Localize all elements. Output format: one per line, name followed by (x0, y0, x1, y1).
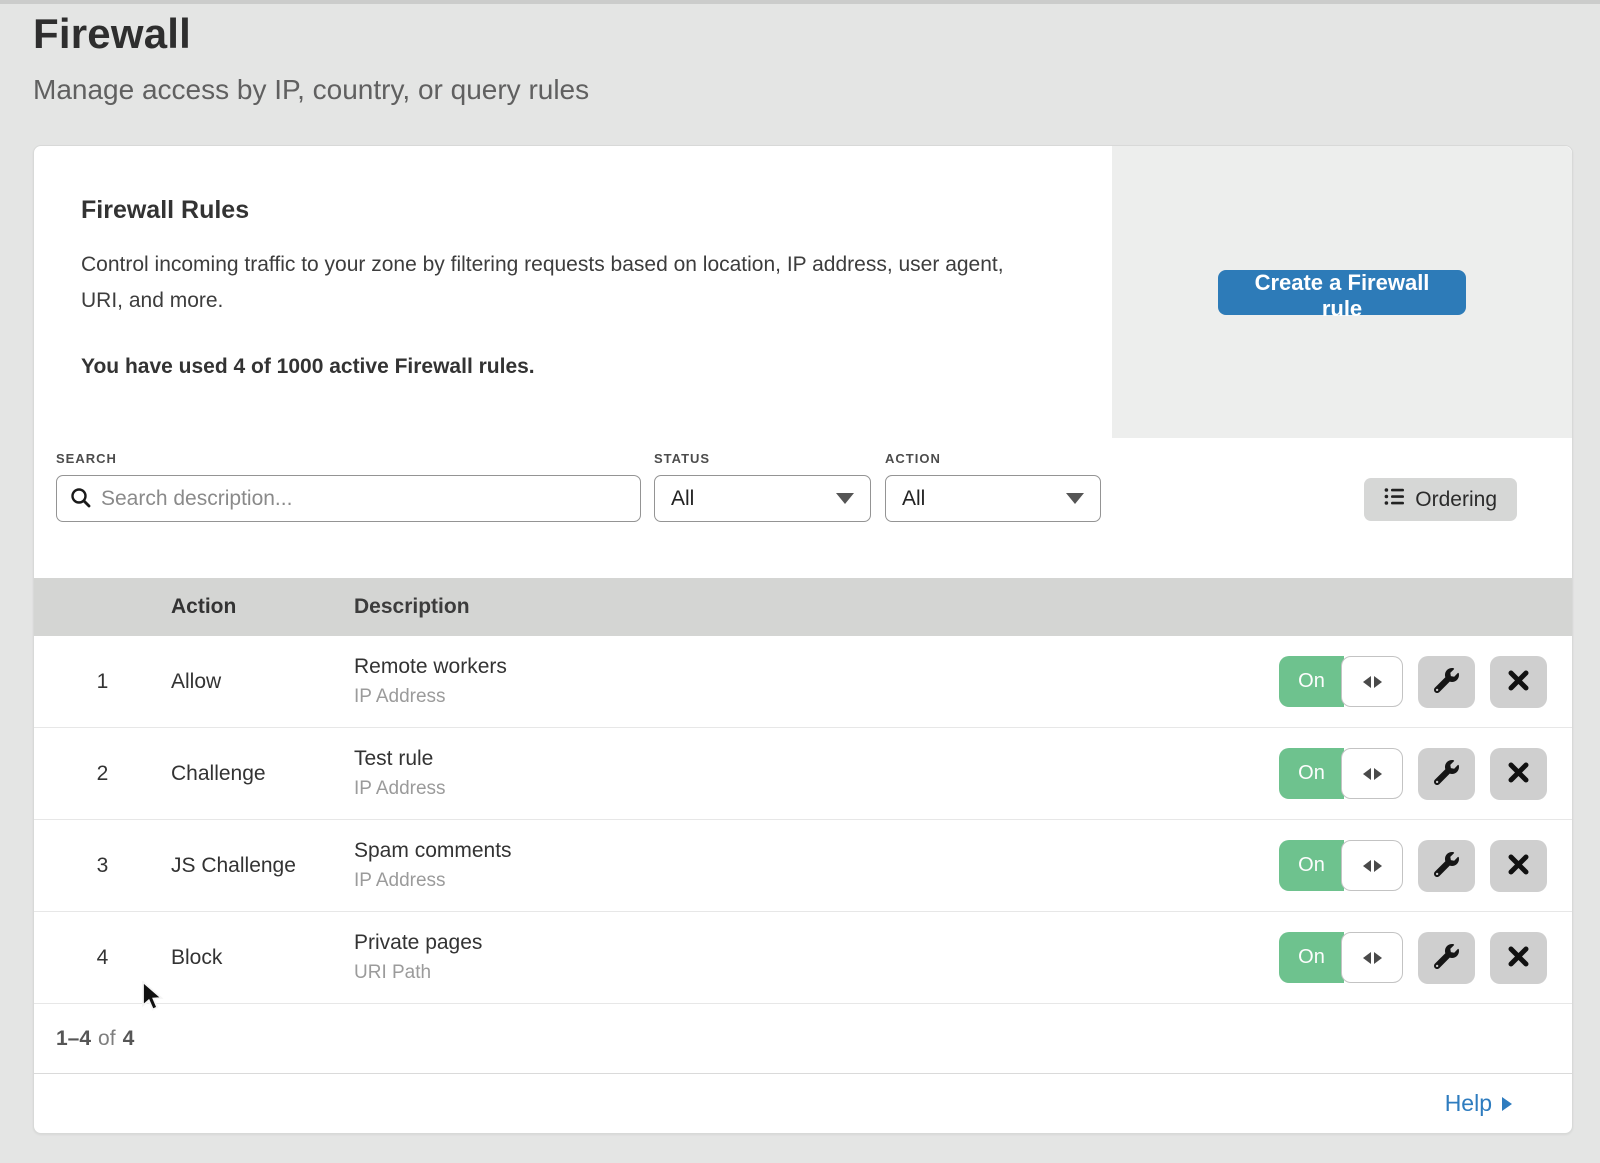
rule-priority: 2 (34, 762, 171, 786)
arrow-right-icon (1502, 1097, 1512, 1111)
pagination: 1–4 of 4 (34, 1004, 1572, 1074)
ordering-button-label: Ordering (1415, 488, 1497, 512)
wrench-icon (1434, 852, 1459, 880)
ordering-list-icon (1384, 487, 1405, 512)
rule-match-type: IP Address (354, 778, 1277, 800)
help-link-label: Help (1445, 1090, 1492, 1117)
toggle-handle[interactable] (1341, 840, 1403, 891)
rule-description: Test rule (354, 747, 1277, 771)
create-rule-panel: Create a Firewall rule (1112, 146, 1572, 438)
toggle-right-arrow-icon (1374, 860, 1382, 872)
status-select-value: All (671, 487, 836, 511)
status-select[interactable]: All (654, 475, 871, 522)
toggle-on-label: On (1279, 748, 1344, 799)
wrench-icon (1434, 944, 1459, 972)
toggle-right-arrow-icon (1374, 676, 1382, 688)
rule-description: Spam comments (354, 839, 1277, 863)
toggle-left-arrow-icon (1363, 952, 1371, 964)
rule-description: Remote workers (354, 655, 1277, 679)
table-row: 1 Allow Remote workers IP Address On (34, 636, 1572, 728)
search-filter-group: SEARCH (56, 451, 641, 522)
toggle-on-label: On (1279, 840, 1344, 891)
pagination-of: of (98, 1027, 116, 1051)
rule-action: Challenge (171, 762, 354, 786)
filter-bar: SEARCH STATUS All ACTION All (34, 438, 1572, 578)
chevron-down-icon (1066, 493, 1084, 504)
rules-usage-text: You have used 4 of 1000 active Firewall … (81, 355, 1052, 379)
page-title: Firewall (33, 10, 589, 58)
create-firewall-rule-button[interactable]: Create a Firewall rule (1218, 270, 1466, 315)
toggle-handle[interactable] (1341, 748, 1403, 799)
delete-rule-button[interactable] (1490, 932, 1547, 984)
edit-rule-button[interactable] (1418, 748, 1475, 800)
delete-rule-button[interactable] (1490, 656, 1547, 708)
search-input[interactable] (56, 475, 641, 522)
page-subtitle: Manage access by IP, country, or query r… (33, 74, 589, 106)
rule-priority: 3 (34, 854, 171, 878)
rule-description: Private pages (354, 931, 1277, 955)
rule-priority: 1 (34, 670, 171, 694)
action-filter-group: ACTION All (885, 451, 1101, 522)
description-column-header: Description (354, 595, 1277, 619)
card-description: Control incoming traffic to your zone by… (81, 247, 1041, 319)
card-intro: Firewall Rules Control incoming traffic … (34, 146, 1112, 438)
toggle-left-arrow-icon (1363, 768, 1371, 780)
rule-priority: 4 (34, 946, 171, 970)
edit-rule-button[interactable] (1418, 656, 1475, 708)
wrench-icon (1434, 760, 1459, 788)
toggle-left-arrow-icon (1363, 860, 1371, 872)
table-row: 2 Challenge Test rule IP Address On (34, 728, 1572, 820)
chevron-down-icon (836, 493, 854, 504)
toggle-handle[interactable] (1341, 656, 1403, 707)
toggle-left-arrow-icon (1363, 676, 1371, 688)
rule-enabled-toggle[interactable]: On (1279, 656, 1403, 707)
rule-action: Block (171, 946, 354, 970)
search-icon (70, 487, 92, 509)
help-row: Help (34, 1074, 1572, 1133)
delete-rule-button[interactable] (1490, 840, 1547, 892)
rule-action: Allow (171, 670, 354, 694)
pagination-range: 1–4 (56, 1027, 91, 1051)
rule-match-type: IP Address (354, 686, 1277, 708)
toggle-right-arrow-icon (1374, 768, 1382, 780)
close-icon (1507, 761, 1530, 787)
rule-enabled-toggle[interactable]: On (1279, 932, 1403, 983)
action-label: ACTION (885, 451, 1101, 466)
close-icon (1507, 945, 1530, 971)
toggle-on-label: On (1279, 932, 1344, 983)
toggle-handle[interactable] (1341, 932, 1403, 983)
edit-rule-button[interactable] (1418, 840, 1475, 892)
action-select-value: All (902, 487, 1066, 511)
table-row: 3 JS Challenge Spam comments IP Address … (34, 820, 1572, 912)
pagination-total: 4 (123, 1027, 135, 1051)
delete-rule-button[interactable] (1490, 748, 1547, 800)
status-filter-group: STATUS All (654, 451, 871, 522)
rule-enabled-toggle[interactable]: On (1279, 748, 1403, 799)
close-icon (1507, 853, 1530, 879)
firewall-rules-card: Firewall Rules Control incoming traffic … (33, 145, 1573, 1134)
page-header: Firewall Manage access by IP, country, o… (33, 10, 589, 106)
toggle-right-arrow-icon (1374, 952, 1382, 964)
window-top-edge (0, 0, 1600, 4)
table-row: 4 Block Private pages URI Path On (34, 912, 1572, 1004)
table-header: Action Description (34, 578, 1572, 636)
action-select[interactable]: All (885, 475, 1101, 522)
toggle-on-label: On (1279, 656, 1344, 707)
rule-match-type: URI Path (354, 962, 1277, 984)
rule-match-type: IP Address (354, 870, 1277, 892)
edit-rule-button[interactable] (1418, 932, 1475, 984)
rule-enabled-toggle[interactable]: On (1279, 840, 1403, 891)
rule-action: JS Challenge (171, 854, 354, 878)
help-link[interactable]: Help (1445, 1090, 1512, 1117)
card-heading: Firewall Rules (81, 196, 1052, 225)
close-icon (1507, 669, 1530, 695)
card-top-section: Firewall Rules Control incoming traffic … (34, 146, 1572, 438)
wrench-icon (1434, 668, 1459, 696)
ordering-button[interactable]: Ordering (1364, 478, 1517, 521)
action-column-header: Action (171, 595, 354, 619)
status-label: STATUS (654, 451, 871, 466)
rules-table-body: 1 Allow Remote workers IP Address On (34, 636, 1572, 1004)
search-label: SEARCH (56, 451, 641, 466)
